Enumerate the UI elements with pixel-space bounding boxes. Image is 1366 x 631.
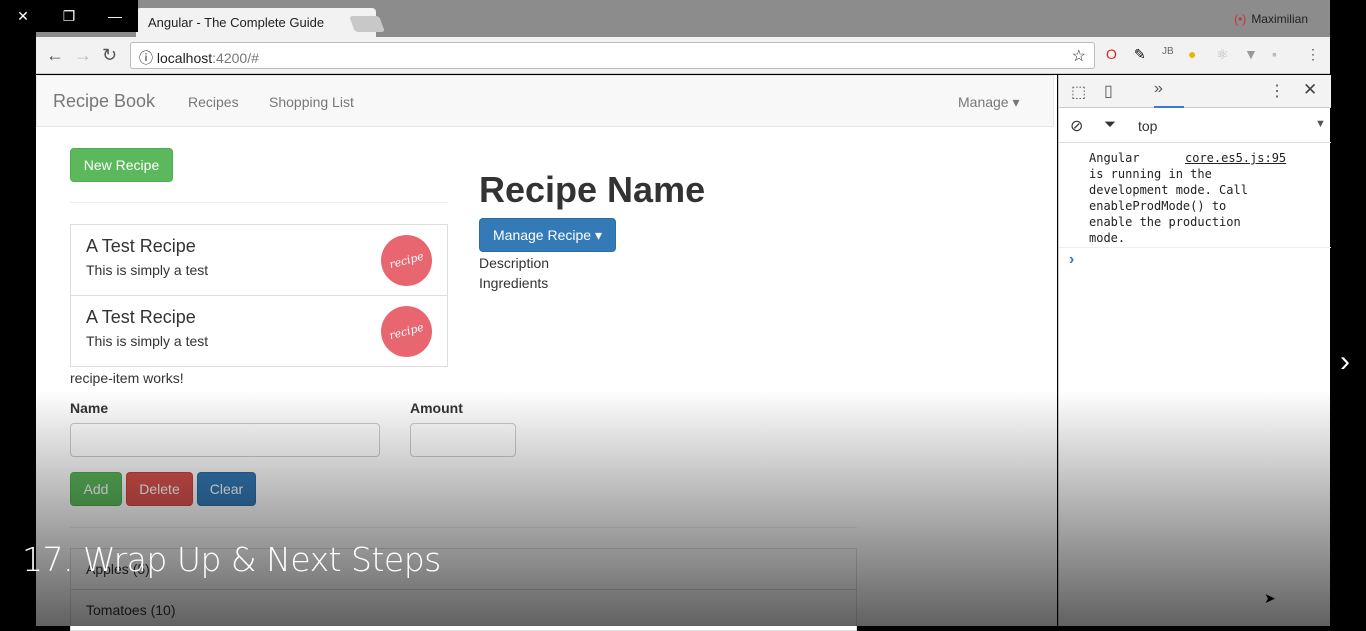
address-bar[interactable]: ⓘ localhost:4200/# ☆: [130, 42, 1095, 69]
recipe-detail-title: Recipe Name: [479, 169, 706, 210]
recipe-image: recipe: [375, 300, 438, 363]
add-button[interactable]: Add: [70, 472, 122, 506]
react-extension-icon[interactable]: ⚛: [1216, 46, 1229, 63]
context-dropdown-icon[interactable]: ▼: [1315, 118, 1326, 130]
console-filter-bar: ⊘ ⏷ top ▼: [1059, 109, 1331, 143]
devtools-menu-icon[interactable]: ⋮: [1269, 81, 1285, 101]
url-path: :4200/#: [212, 50, 259, 66]
console-prompt[interactable]: ›: [1069, 251, 1074, 269]
vue-extension-icon[interactable]: ▼: [1244, 46, 1258, 62]
recipe-description: This is simply a test: [86, 333, 209, 349]
next-chevron-icon[interactable]: ›: [1340, 345, 1350, 379]
recipe-description: This is simply a test: [86, 262, 209, 278]
recipe-name: A Test Recipe: [86, 307, 196, 327]
browser-tab-bar: Angular - The Complete Guide× (•) Maximil…: [36, 0, 1330, 37]
context-selector[interactable]: top: [1138, 118, 1157, 134]
detail-description: Description: [479, 255, 550, 271]
profile-icon: (•): [1234, 12, 1247, 26]
divider: [70, 527, 857, 528]
console-line: development mode. Call: [1089, 183, 1248, 197]
console-line: enableProdMode() to: [1089, 199, 1227, 213]
clear-console-icon[interactable]: ⊘: [1070, 116, 1083, 136]
close-icon[interactable]: ✕: [0, 0, 46, 32]
url-host: localhost: [156, 50, 213, 66]
opera-extension-icon[interactable]: O: [1106, 46, 1117, 62]
clear-button[interactable]: Clear: [197, 472, 256, 506]
manage-dropdown[interactable]: Manage ▾: [958, 94, 1020, 111]
browser-tab[interactable]: Angular - The Complete Guide×: [136, 8, 376, 37]
amount-label: Amount: [410, 400, 463, 416]
bookmark-star-icon[interactable]: ☆: [1072, 46, 1086, 66]
info-icon: ⓘ: [139, 50, 157, 66]
filter-icon[interactable]: ⏷: [1104, 116, 1116, 133]
devtools-panel: ⬚ ▯ » ⋮ ✕ ⊘ ⏷ top ▼ core.es5.js:95 Angul…: [1058, 75, 1331, 626]
manage-recipe-button[interactable]: Manage Recipe ▾: [479, 218, 616, 252]
new-tab-button[interactable]: [349, 16, 385, 32]
moon-extension-icon[interactable]: ●: [1188, 46, 1196, 62]
devtools-close-icon[interactable]: ✕: [1303, 80, 1317, 100]
navbar: Recipe Book Recipes Shopping List Manage…: [36, 75, 1054, 127]
name-input[interactable]: [70, 423, 380, 457]
recipe-name: A Test Recipe: [86, 236, 196, 256]
browser-toolbar: ← → ↻ ⓘ localhost:4200/# ☆ O ✎ JB ● ⚛ ▼ ▪…: [36, 37, 1330, 74]
reload-icon[interactable]: ↻: [102, 45, 117, 66]
amount-input[interactable]: [410, 423, 516, 457]
recipe-image: recipe: [375, 229, 438, 292]
name-label: Name: [70, 400, 109, 416]
console-line: is running in the: [1089, 167, 1212, 181]
brand-link[interactable]: Recipe Book: [53, 91, 155, 112]
profile-button[interactable]: (•) Maximilian: [1234, 12, 1308, 26]
recipe-item[interactable]: A Test Recipe This is simply a test reci…: [70, 295, 448, 367]
tab-title: Angular - The Complete Guide: [148, 15, 325, 30]
console-source-link[interactable]: core.es5.js:95: [1185, 150, 1286, 166]
mouse-cursor-icon: ➤: [1264, 590, 1276, 606]
window-controls: ✕ ❐ —: [0, 0, 138, 32]
more-tabs-icon[interactable]: »: [1154, 80, 1184, 108]
console-message: core.es5.js:95 Angular is running in the…: [1089, 150, 1329, 246]
back-icon[interactable]: ←: [46, 45, 64, 66]
profile-name: Maximilian: [1251, 12, 1308, 26]
recipe-item[interactable]: A Test Recipe This is simply a test reci…: [70, 224, 448, 296]
video-caption: 17. Wrap Up & Next Steps: [22, 540, 441, 579]
console-line: mode.: [1089, 231, 1126, 245]
eyedropper-extension-icon[interactable]: ✎: [1134, 46, 1146, 63]
minimize-icon[interactable]: —: [92, 0, 138, 32]
device-toolbar-icon[interactable]: ▯: [1104, 81, 1113, 101]
console-divider: [1059, 247, 1331, 248]
new-recipe-button[interactable]: New Recipe: [70, 148, 173, 182]
nav-recipes[interactable]: Recipes: [188, 94, 239, 110]
delete-button[interactable]: Delete: [126, 472, 193, 506]
console-line: enable the production: [1089, 215, 1241, 229]
divider: [70, 202, 448, 203]
forward-icon[interactable]: →: [74, 45, 92, 66]
inspect-element-icon[interactable]: ⬚: [1071, 82, 1086, 102]
restore-icon[interactable]: ❐: [46, 0, 92, 32]
jb-extension-icon[interactable]: JB: [1162, 46, 1174, 57]
recipe-item-works-text: recipe-item works!: [70, 370, 184, 386]
detail-ingredients: Ingredients: [479, 275, 549, 291]
extension-icon[interactable]: ▪: [1272, 46, 1277, 62]
devtools-toolbar: ⬚ ▯ » ⋮ ✕: [1059, 75, 1331, 108]
menu-icon[interactable]: ⋮: [1306, 46, 1320, 63]
nav-shopping-list[interactable]: Shopping List: [269, 94, 354, 110]
shopping-list-item[interactable]: Tomatoes (10): [70, 589, 857, 631]
